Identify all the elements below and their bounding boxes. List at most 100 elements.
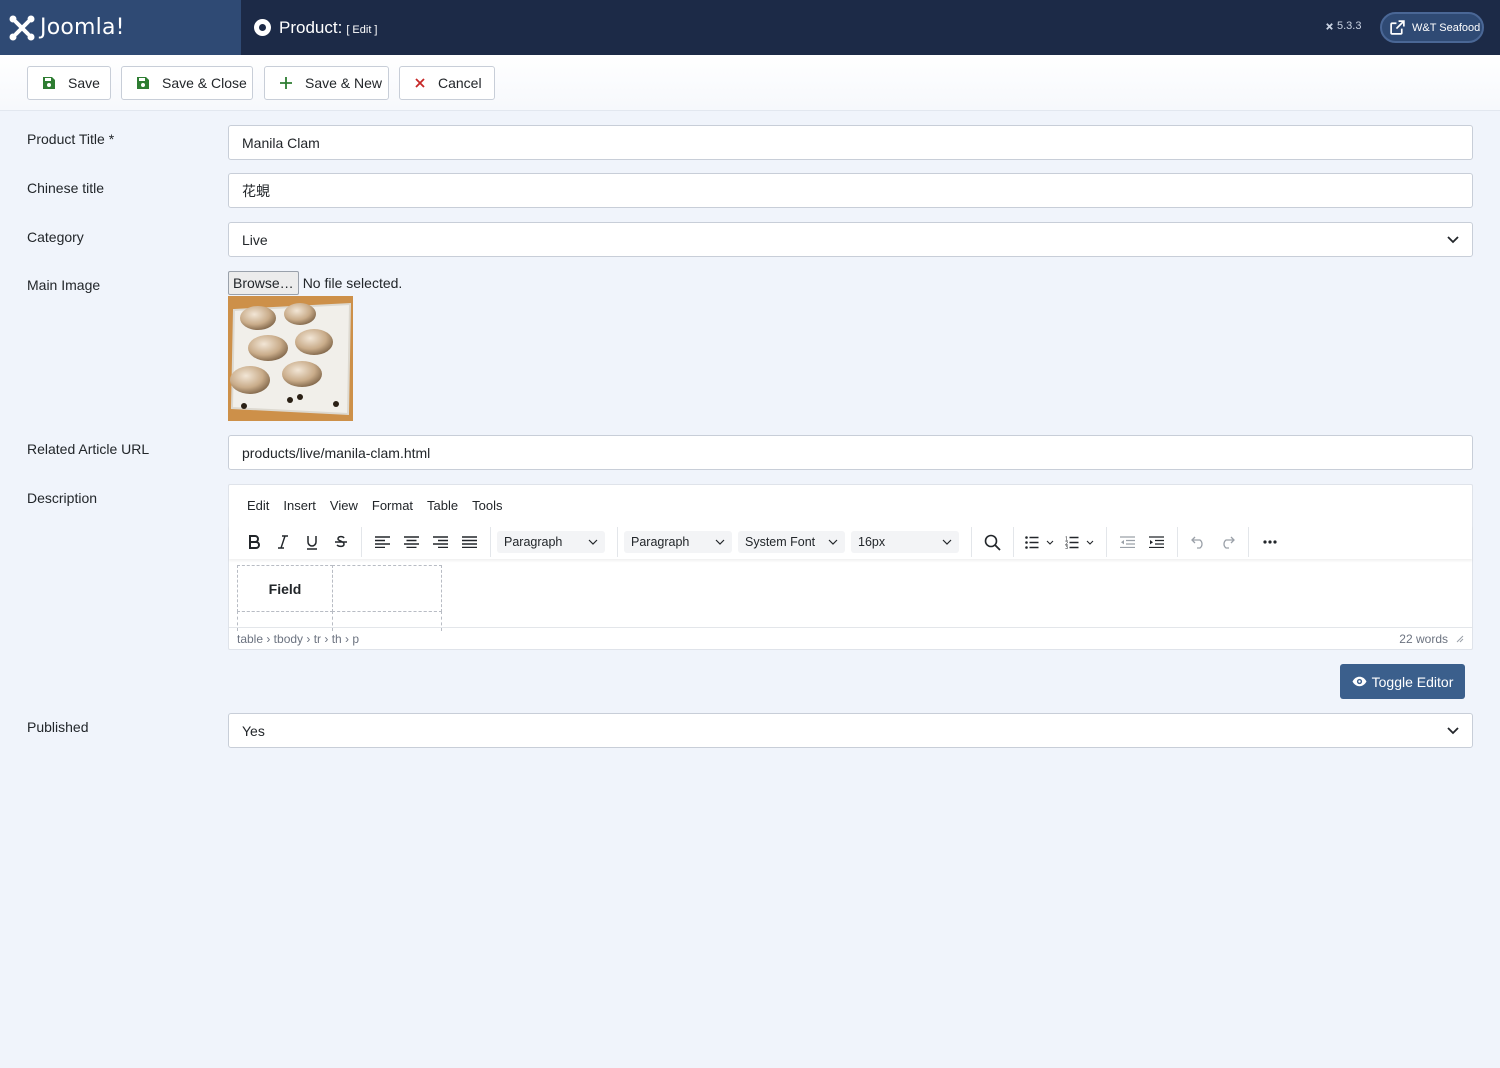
published-value: Yes	[242, 722, 265, 739]
italic-button[interactable]	[268, 528, 297, 556]
view-site-button[interactable]: W&T Seafood	[1380, 12, 1484, 43]
menu-table[interactable]: Table	[427, 498, 458, 513]
category-label: Category	[27, 229, 84, 245]
chevron-down-icon	[588, 539, 598, 545]
menu-edit[interactable]: Edit	[247, 498, 269, 513]
browse-button[interactable]: Browse…	[228, 271, 299, 295]
editor-menubar: Edit Insert View Format Table Tools	[247, 498, 502, 513]
chinese-title-label: Chinese title	[27, 180, 105, 196]
toolbar-divider	[1013, 527, 1014, 557]
font-size-value: 16px	[858, 535, 886, 549]
table-cell[interactable]	[332, 565, 442, 612]
description-editor: Edit Insert View Format Table Tools Para…	[228, 484, 1473, 650]
bullet-list-button[interactable]	[1020, 528, 1060, 556]
undo-button[interactable]	[1184, 528, 1213, 556]
save-close-label: Save & Close	[162, 75, 247, 91]
word-count: 22 words	[1399, 631, 1448, 646]
product-title-label: Product Title *	[27, 131, 115, 147]
more-button[interactable]	[1255, 528, 1284, 556]
save-new-button[interactable]: Save & New	[264, 66, 389, 100]
toggle-editor-label: Toggle Editor	[1371, 673, 1454, 690]
toolbar-divider	[1177, 527, 1178, 557]
svg-text:3: 3	[1065, 545, 1068, 549]
chinese-title-value: 花蜆	[242, 183, 270, 200]
font-family-value: System Font	[745, 535, 816, 549]
page-title-main: Product:	[279, 17, 343, 37]
more-icon	[1262, 540, 1277, 544]
save-icon	[137, 77, 149, 89]
joomla-logo[interactable]: Joomla!	[0, 0, 241, 55]
app-header: Joomla! Product: [ Edit ] 5.3.3 W&T Seaf…	[0, 0, 1500, 55]
table-header-cell[interactable]: Field	[237, 565, 333, 612]
version-text: 5.3.3	[1337, 20, 1362, 32]
bullet-list-icon	[1025, 535, 1054, 549]
description-label: Description	[27, 490, 98, 506]
numbered-list-icon: 123	[1065, 536, 1094, 549]
strikethrough-button[interactable]	[326, 528, 355, 556]
chinese-title-input[interactable]: 花蜆	[228, 173, 1473, 208]
save-new-label: Save & New	[305, 75, 383, 91]
category-value: Live	[242, 231, 268, 248]
plus-icon	[280, 77, 292, 89]
chevron-down-icon	[1447, 236, 1459, 244]
chevron-down-icon	[715, 539, 725, 545]
align-justify-icon	[462, 536, 477, 548]
paragraph-style-dropdown[interactable]: Paragraph	[624, 531, 732, 553]
bold-button[interactable]	[239, 528, 268, 556]
align-left-button[interactable]	[368, 528, 397, 556]
bold-icon	[248, 535, 260, 549]
toolbar-divider	[361, 527, 362, 557]
align-center-icon	[404, 536, 419, 548]
outdent-button[interactable]	[1113, 528, 1142, 556]
indent-button[interactable]	[1142, 528, 1171, 556]
external-link-icon	[1390, 20, 1405, 35]
main-image-label: Main Image	[27, 277, 101, 293]
resize-handle-icon[interactable]	[1456, 635, 1464, 643]
strikethrough-icon	[334, 535, 347, 548]
align-center-button[interactable]	[397, 528, 426, 556]
align-right-button[interactable]	[426, 528, 455, 556]
menu-view[interactable]: View	[330, 498, 358, 513]
redo-button[interactable]	[1213, 528, 1242, 556]
search-replace-button[interactable]	[978, 528, 1007, 556]
align-left-icon	[375, 536, 390, 548]
page-title: Product: [ Edit ]	[254, 0, 378, 55]
menu-format[interactable]: Format	[372, 498, 413, 513]
chevron-down-icon	[828, 539, 838, 545]
joomla-version: 5.3.3	[1325, 20, 1361, 32]
page-title-edit: [ Edit ]	[346, 23, 378, 36]
close-icon	[415, 78, 425, 88]
published-label: Published	[27, 719, 89, 735]
font-family-dropdown[interactable]: System Font	[738, 531, 845, 553]
align-justify-button[interactable]	[455, 528, 484, 556]
save-close-button[interactable]: Save & Close	[121, 66, 253, 100]
italic-icon	[277, 535, 288, 549]
search-icon	[984, 534, 1001, 551]
block-format-value: Paragraph	[504, 535, 563, 549]
toggle-editor-button[interactable]: Toggle Editor	[1340, 664, 1465, 699]
underline-button[interactable]	[297, 528, 326, 556]
no-file-text: No file selected.	[302, 275, 403, 291]
toolbar-divider	[971, 527, 972, 557]
joomla-logo-icon	[9, 15, 35, 40]
joomla-logo-text: Joomla!	[40, 15, 125, 40]
site-name: W&T Seafood	[1412, 21, 1481, 34]
font-size-dropdown[interactable]: 16px	[851, 531, 959, 553]
toolbar-divider	[490, 527, 491, 557]
block-format-dropdown[interactable]: Paragraph	[497, 531, 605, 553]
published-select[interactable]: Yes	[228, 713, 1473, 748]
product-title-value: Manila Clam	[242, 134, 320, 151]
menu-insert[interactable]: Insert	[283, 498, 316, 513]
numbered-list-button[interactable]: 123	[1060, 528, 1100, 556]
element-path[interactable]: table › tbody › tr › th › p	[237, 632, 359, 646]
eye-icon	[1352, 676, 1367, 687]
product-title-input[interactable]: Manila Clam	[228, 125, 1473, 160]
cancel-label: Cancel	[438, 75, 482, 91]
menu-tools[interactable]: Tools	[472, 498, 502, 513]
category-select[interactable]: Live	[228, 222, 1473, 257]
chevron-down-icon	[942, 539, 952, 545]
related-url-input[interactable]: products/live/manila-clam.html	[228, 435, 1473, 470]
save-button[interactable]: Save	[27, 66, 111, 100]
main-image-file-input[interactable]: Browse… No file selected.	[228, 271, 402, 295]
cancel-button[interactable]: Cancel	[399, 66, 495, 100]
